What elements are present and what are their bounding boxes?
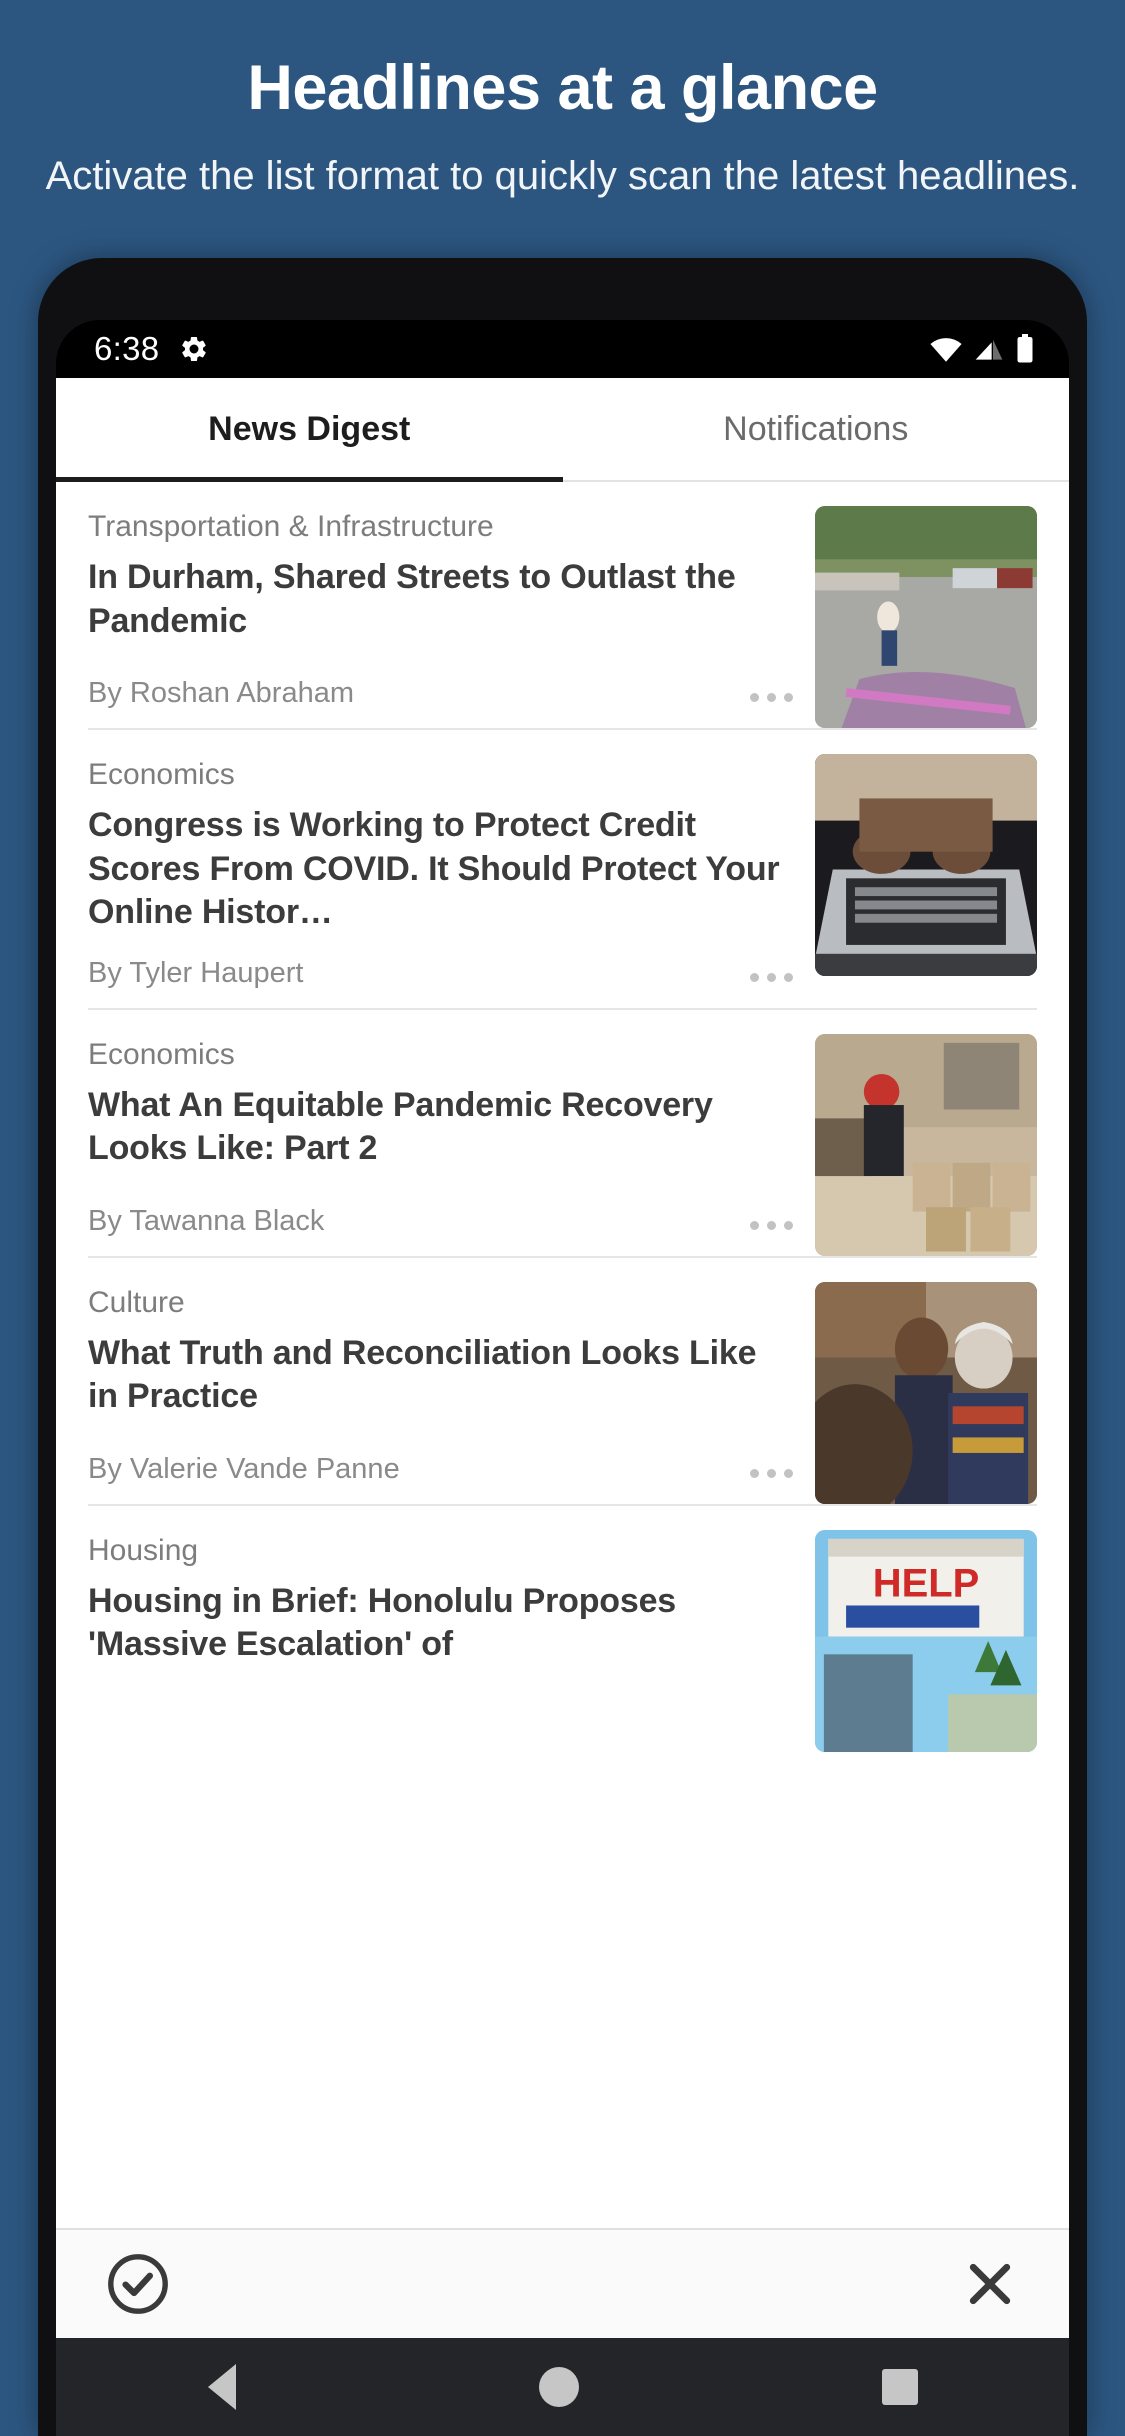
close-button[interactable]	[959, 2253, 1021, 2315]
action-bar	[56, 2228, 1069, 2338]
article-title[interactable]: In Durham, Shared Streets to Outlast the…	[88, 556, 793, 643]
article-category: Culture	[88, 1285, 185, 1319]
battery-icon	[1017, 334, 1033, 363]
article-category: Economics	[88, 1037, 235, 1071]
tab-notifications-label: Notifications	[723, 409, 909, 448]
article-text: Transportation & Infrastructure In Durha…	[88, 506, 815, 728]
list-item[interactable]: Economics Congress is Working to Protect…	[56, 730, 1069, 1008]
home-circle-icon[interactable]	[538, 2367, 579, 2407]
volunteer-food-boxes-image	[815, 1033, 1037, 1256]
article-footer: By Valerie Vande Panne	[88, 1431, 793, 1504]
article-thumbnail[interactable]	[815, 1281, 1037, 1504]
article-category: Housing	[88, 1533, 199, 1567]
street-mural-pedestrian-image	[815, 506, 1037, 728]
hands-on-laptop-image	[815, 754, 1037, 976]
article-text: Housing Housing in Brief: Honolulu Propo…	[88, 1530, 815, 1752]
promo-subtitle: Activate the list format to quickly scan…	[45, 154, 1080, 199]
article-thumbnail[interactable]: HELP	[815, 1529, 1037, 1752]
wifi-icon	[930, 338, 962, 362]
article-footer: By Tawanna Black	[88, 1183, 793, 1256]
article-title[interactable]: Congress is Working to Protect Credit Sc…	[88, 804, 793, 935]
list-item[interactable]: Economics What An Equitable Pandemic Rec…	[56, 1010, 1069, 1256]
list-item[interactable]: Culture What Truth and Reconciliation Lo…	[56, 1258, 1069, 1504]
gear-icon	[182, 336, 207, 362]
status-right-icons	[929, 334, 1035, 364]
more-options-icon[interactable]	[750, 1468, 793, 1486]
tab-news-digest-label: News Digest	[208, 409, 411, 448]
status-left-icons	[179, 334, 209, 364]
article-footer: By Roshan Abraham	[88, 655, 793, 728]
article-list[interactable]: Transportation & Infrastructure In Durha…	[56, 482, 1069, 1752]
status-bar: 6:38	[56, 320, 1069, 378]
svg-text:HELP: HELP	[873, 1561, 980, 1605]
article-text: Economics What An Equitable Pandemic Rec…	[88, 1034, 815, 1256]
article-category: Transportation & Infrastructure	[88, 510, 494, 543]
article-text: Economics Congress is Working to Protect…	[88, 754, 815, 1008]
article-byline: By Tyler Haupert	[88, 956, 304, 989]
article-title[interactable]: What Truth and Reconciliation Looks Like…	[88, 1332, 793, 1419]
back-triangle-icon[interactable]	[207, 2364, 236, 2410]
tab-bar: News Digest Notifications	[56, 378, 1069, 482]
article-byline: By Tawanna Black	[88, 1204, 325, 1237]
recents-square-icon[interactable]	[881, 2369, 918, 2405]
promo-header: Headlines at a glance Activate the list …	[0, 0, 1125, 203]
article-thumbnail[interactable]	[815, 1033, 1037, 1256]
phone-device-frame: 6:38 News Digest Notifications Transport…	[38, 258, 1087, 2436]
help-the-homeless-sign-image: HELP	[815, 1529, 1037, 1752]
check-circle-icon	[108, 2254, 168, 2314]
phone-screen: 6:38 News Digest Notifications Transport…	[56, 320, 1069, 2436]
promo-title: Headlines at a glance	[247, 53, 878, 123]
cellular-signal-icon	[975, 339, 1003, 360]
app-content: News Digest Notifications Transportation…	[56, 378, 1069, 2338]
article-thumbnail[interactable]	[815, 506, 1037, 728]
more-options-icon[interactable]	[750, 693, 793, 710]
tab-news-digest[interactable]: News Digest	[56, 378, 563, 482]
article-byline: By Roshan Abraham	[88, 677, 354, 709]
article-category: Economics	[88, 758, 235, 791]
confirm-button[interactable]	[104, 2250, 172, 2318]
more-options-icon[interactable]	[750, 1220, 793, 1238]
more-options-icon[interactable]	[750, 972, 793, 990]
two-people-portrait-image	[815, 1281, 1037, 1504]
list-item[interactable]: Transportation & Infrastructure In Durha…	[56, 482, 1069, 728]
article-byline: By Valerie Vande Panne	[88, 1452, 400, 1485]
article-title[interactable]: Housing in Brief: Honolulu Proposes 'Mas…	[88, 1580, 793, 1667]
article-footer: By Tyler Haupert	[88, 935, 793, 1008]
article-text: Culture What Truth and Reconciliation Lo…	[88, 1282, 815, 1504]
list-item[interactable]: Housing Housing in Brief: Honolulu Propo…	[56, 1506, 1069, 1752]
tab-notifications[interactable]: Notifications	[563, 378, 1070, 480]
close-icon	[969, 2263, 1011, 2305]
article-title[interactable]: What An Equitable Pandemic Recovery Look…	[88, 1084, 793, 1171]
android-nav-bar	[56, 2338, 1069, 2436]
status-time: 6:38	[94, 330, 160, 367]
article-thumbnail[interactable]	[815, 754, 1037, 976]
